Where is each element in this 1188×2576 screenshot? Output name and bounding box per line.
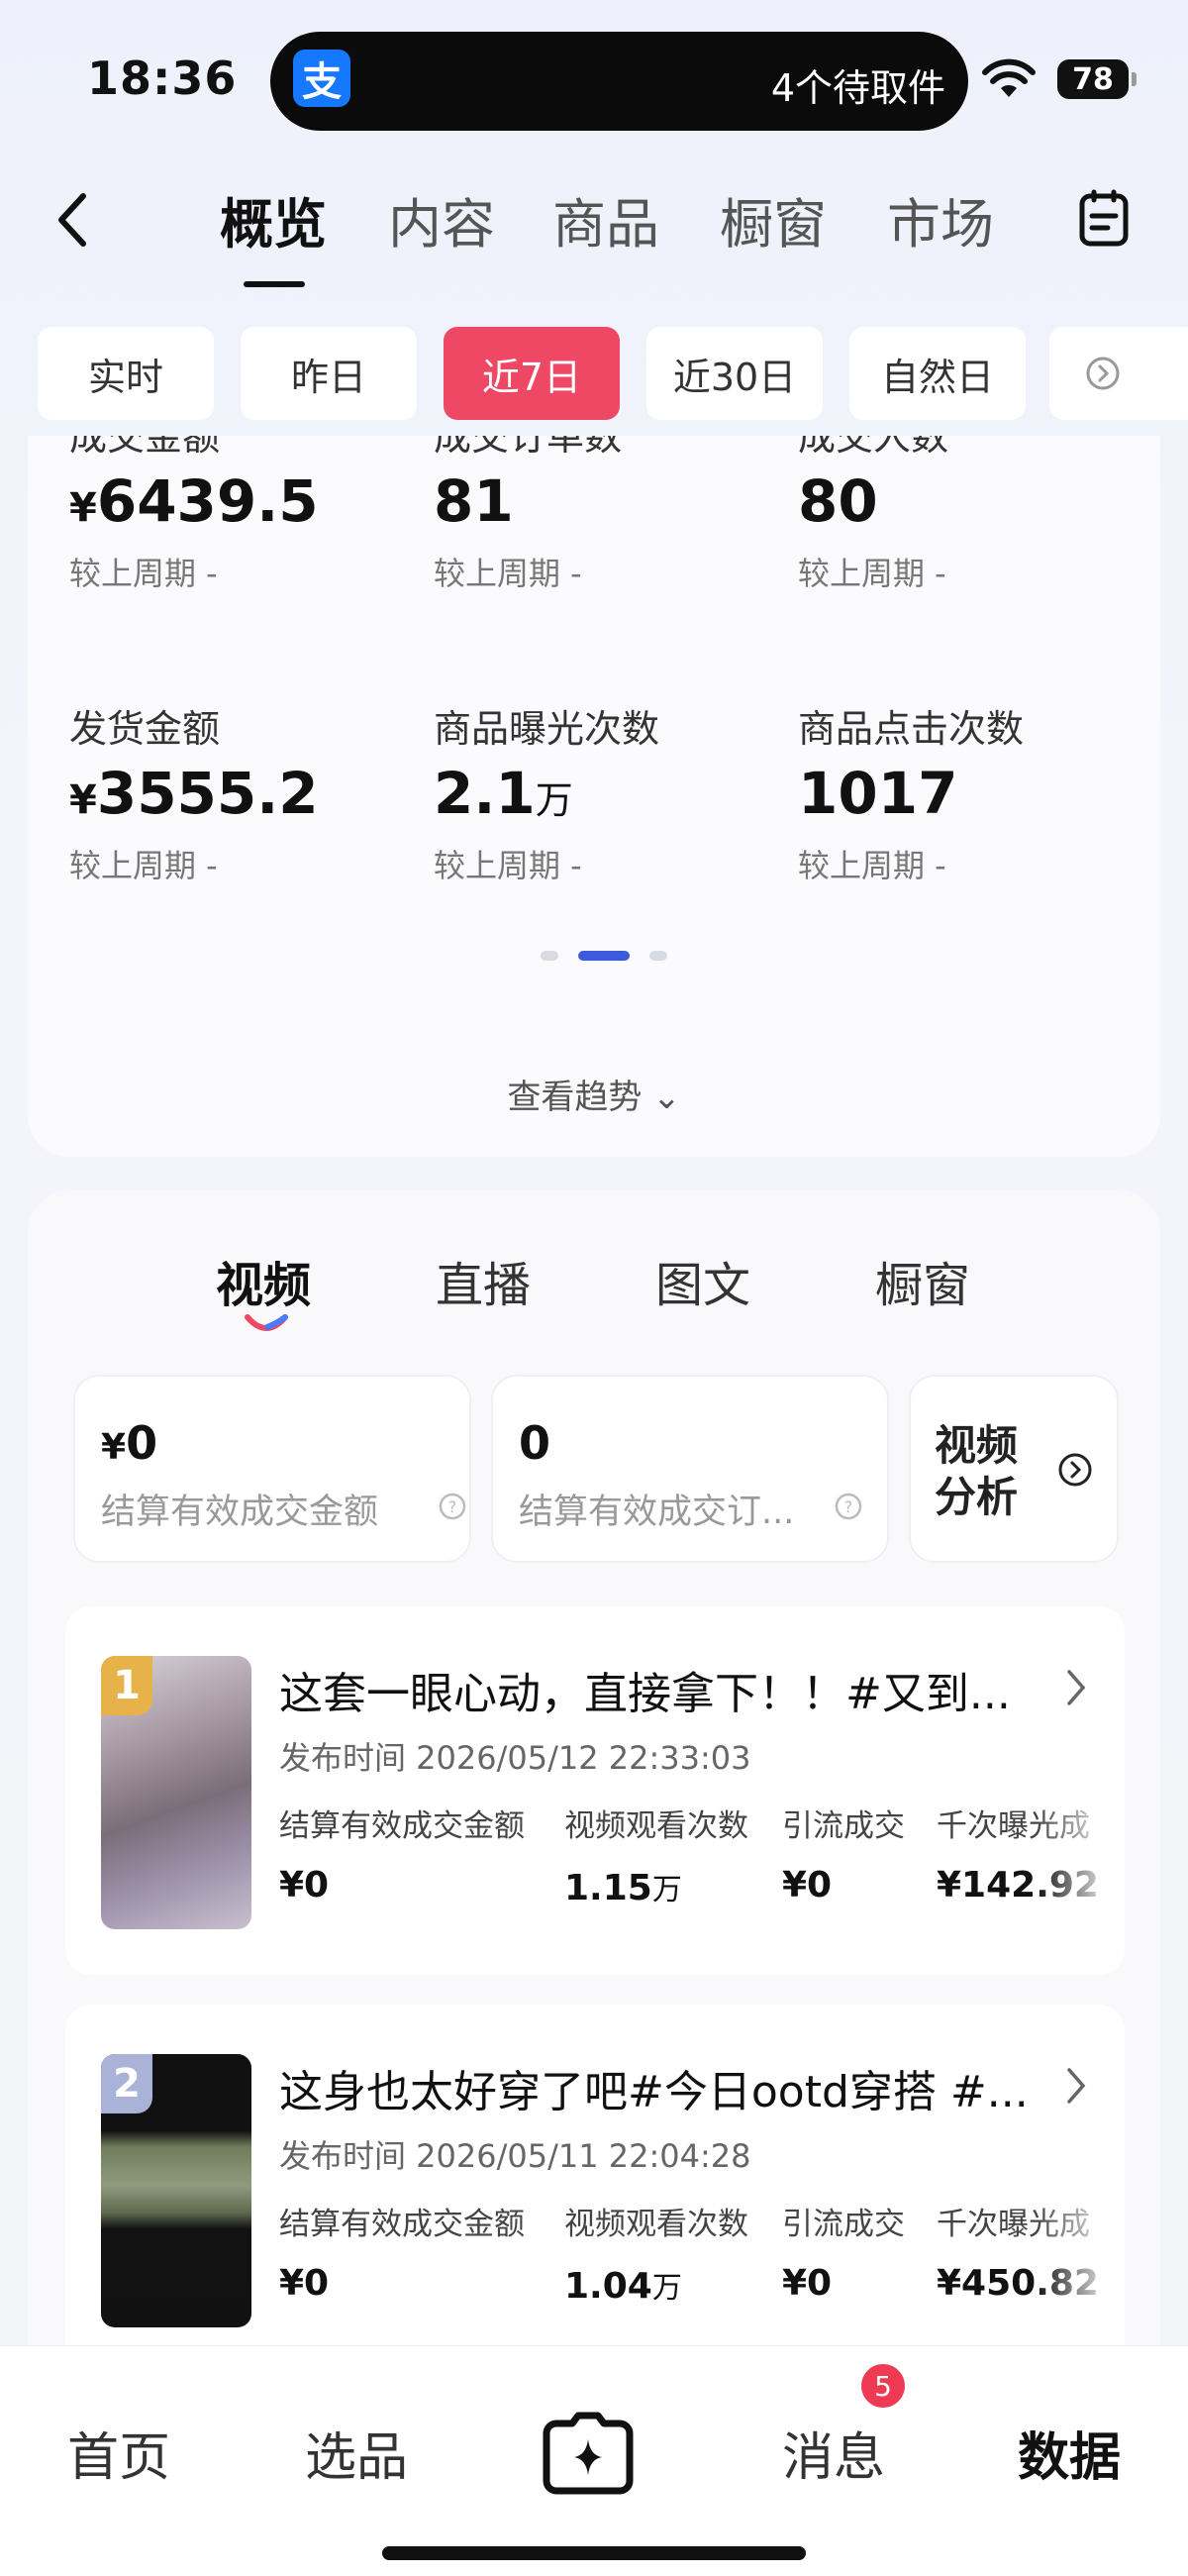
video-list-item[interactable]: 2 这身也太好穿了吧#今日ootd穿搭 #... 发布时间 2026/05/11…: [65, 2005, 1125, 2373]
chevron-right-icon[interactable]: [1065, 1668, 1087, 1707]
video-stat: 视频观看次数 1.04万: [564, 2207, 748, 2307]
help-icon[interactable]: ?: [834, 1492, 863, 1521]
summary-label: 结算有效成交金额: [101, 1493, 379, 1532]
metric-value: 2.1万: [434, 760, 573, 827]
metric-item[interactable]: 成交订单数 81 较上周期 -: [434, 436, 790, 594]
tab-market[interactable]: 市场: [887, 180, 994, 258]
help-icon[interactable]: ?: [438, 1492, 467, 1521]
metric-item[interactable]: 成交人数 80 较上周期 -: [798, 436, 1154, 594]
video-stat: 引流成交 ¥0: [782, 2207, 905, 2304]
view-trend-link[interactable]: 查看趋势 ⌄: [28, 1070, 1160, 1118]
rank-badge: 1: [101, 1656, 152, 1715]
video-analysis-label: 视频 分析: [935, 1421, 1019, 1521]
metric-label: 商品点击次数: [798, 707, 1025, 751]
summary-value: 0: [519, 1416, 551, 1470]
video-thumbnail[interactable]: 2: [101, 2054, 251, 2327]
summary-label: 结算有效成交订...: [519, 1493, 795, 1532]
message-count-badge: 5: [861, 2364, 905, 2408]
video-thumbnail[interactable]: 1: [101, 1656, 251, 1929]
summary-orders-box[interactable]: 0 结算有效成交订... ?: [491, 1375, 889, 1563]
summary-value: ¥0: [101, 1416, 158, 1470]
pickup-notice[interactable]: 4个待取件: [771, 57, 945, 112]
pager-dot: [541, 951, 558, 961]
metric-value: 1017: [798, 760, 958, 827]
filter-natural-day[interactable]: 自然日: [849, 327, 1026, 420]
back-arrow-icon[interactable]: [51, 188, 91, 252]
summary-gmv-box[interactable]: ¥0 结算有效成交金额 ?: [73, 1375, 471, 1563]
pager-dot-active: [578, 951, 630, 961]
filter-realtime[interactable]: 实时: [38, 327, 214, 420]
video-stat: 结算有效成交金额 ¥0: [279, 1808, 525, 1906]
metric-value: 81: [434, 467, 514, 535]
svg-text:?: ?: [448, 1497, 457, 1516]
metric-compare: 较上周期 -: [69, 555, 218, 592]
metric-label: 成交人数: [798, 436, 949, 459]
circle-arrow-icon: [1058, 1453, 1092, 1487]
tab-showcase[interactable]: 橱窗: [720, 180, 827, 258]
metric-value: ¥6439.5: [69, 467, 319, 535]
active-subtab-indicator: [245, 1314, 288, 1331]
chevron-right-icon[interactable]: [1065, 2066, 1087, 2106]
video-list-item[interactable]: 1 这套一眼心动，直接拿下！！#又到... 发布时间 2026/05/12 22…: [65, 1606, 1125, 1975]
wifi-icon: [982, 58, 1036, 97]
metric-item[interactable]: 商品点击次数 1017 较上周期 -: [798, 698, 1154, 886]
report-icon[interactable]: [1077, 188, 1131, 248]
metric-value: 80: [798, 467, 878, 535]
bottom-navigation: 首页 选品 消息 5 数据: [0, 2345, 1188, 2576]
video-stat: 结算有效成交金额 ¥0: [279, 2207, 525, 2304]
scroll-fade: [1036, 1801, 1125, 1929]
nav-home[interactable]: 首页: [67, 2416, 170, 2490]
metric-item[interactable]: 商品曝光次数 2.1万 较上周期 -: [434, 698, 790, 886]
subtab-image-text[interactable]: 图文: [655, 1246, 750, 1315]
filter-yesterday[interactable]: 昨日: [241, 327, 417, 420]
metric-compare: 较上周期 -: [434, 555, 582, 592]
battery-indicator: 78: [1057, 59, 1137, 99]
filter-7days[interactable]: 近7日: [444, 327, 620, 420]
metric-compare: 较上周期 -: [69, 847, 218, 884]
subtab-video[interactable]: 视频: [216, 1246, 311, 1315]
metric-item[interactable]: 发货金额 ¥3555.2 较上周期 -: [69, 698, 426, 886]
tab-products[interactable]: 商品: [552, 180, 659, 258]
rank-badge: 2: [101, 2054, 152, 2113]
active-tab-indicator: [244, 281, 305, 287]
subtab-showcase[interactable]: 橱窗: [875, 1246, 970, 1315]
metric-value: ¥3555.2: [69, 760, 319, 827]
circle-arrow-icon: [1086, 357, 1120, 390]
pager-dot: [649, 951, 667, 961]
video-stat: 引流成交 ¥0: [782, 1808, 905, 1906]
video-stats: 结算有效成交金额 ¥0 视频观看次数 1.04万 引流成交 ¥0 千次曝光成 ¥…: [279, 2199, 1125, 2318]
tab-overview[interactable]: 概览: [220, 180, 327, 258]
video-title[interactable]: 这身也太好穿了吧#今日ootd穿搭 #...: [279, 2056, 1032, 2119]
publish-time: 发布时间 2026/05/12 22:33:03: [279, 1739, 751, 1777]
video-stat: 视频观看次数 1.15万: [564, 1808, 748, 1908]
metrics-card: 成交金额 ¥6439.5 较上周期 - 成交订单数 81 较上周期 - 成交人数…: [28, 436, 1160, 1157]
nav-messages[interactable]: 消息: [782, 2416, 885, 2490]
camera-create-icon[interactable]: [543, 2412, 634, 2495]
metric-label: 成交金额: [69, 436, 221, 459]
metric-label: 发货金额: [69, 707, 221, 751]
status-time: 18:36: [87, 52, 238, 105]
tab-content[interactable]: 内容: [388, 180, 495, 258]
alipay-icon[interactable]: 支: [293, 50, 350, 107]
nav-select-products[interactable]: 选品: [305, 2416, 408, 2490]
video-analysis-button[interactable]: 视频 分析: [909, 1375, 1119, 1563]
filter-more-button[interactable]: [1049, 327, 1188, 420]
metric-item[interactable]: 成交金额 ¥6439.5 较上周期 -: [69, 436, 426, 594]
metric-label: 商品曝光次数: [434, 707, 660, 751]
metric-compare: 较上周期 -: [798, 555, 946, 592]
home-indicator[interactable]: [382, 2546, 806, 2560]
filter-30days[interactable]: 近30日: [646, 327, 823, 420]
metric-compare: 较上周期 -: [798, 847, 946, 884]
nav-data[interactable]: 数据: [1018, 2416, 1121, 2490]
video-stats: 结算有效成交金额 ¥0 视频观看次数 1.15万 引流成交 ¥0 千次曝光成 ¥…: [279, 1801, 1125, 1919]
video-title[interactable]: 这套一眼心动，直接拿下！！#又到...: [279, 1658, 1032, 1721]
publish-time: 发布时间 2026/05/11 22:04:28: [279, 2137, 751, 2175]
subtab-live[interactable]: 直播: [436, 1246, 531, 1315]
metric-compare: 较上周期 -: [434, 847, 582, 884]
scroll-fade: [1036, 2199, 1125, 2327]
metric-label: 成交订单数: [434, 436, 623, 459]
svg-text:?: ?: [844, 1497, 853, 1516]
